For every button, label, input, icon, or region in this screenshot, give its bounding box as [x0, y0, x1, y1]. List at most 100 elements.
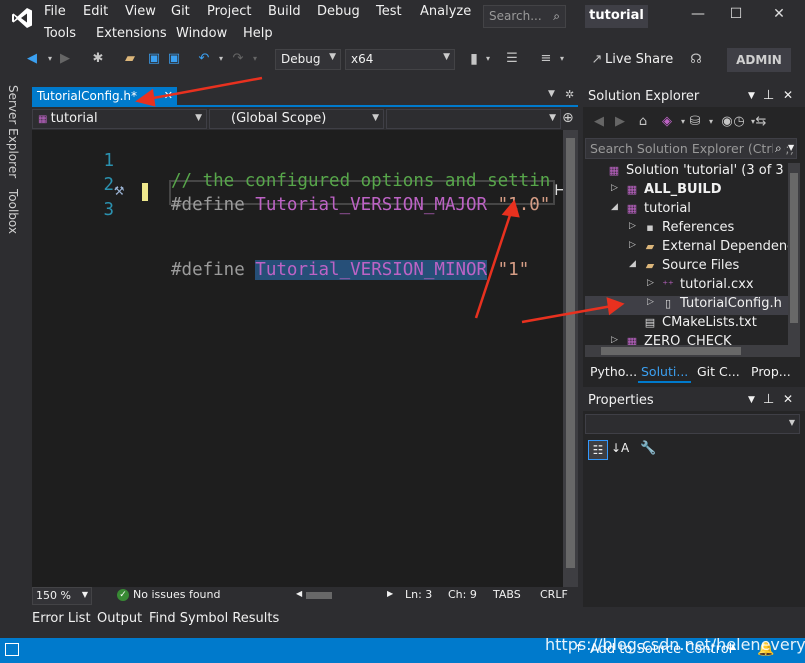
- forward-icon[interactable]: ▶: [57, 51, 73, 67]
- tree-item[interactable]: ▷ ⁺⁺ tutorial.cxx: [585, 277, 788, 296]
- menu-analyze[interactable]: Analyze: [420, 4, 471, 19]
- menu-test[interactable]: Test: [376, 4, 402, 19]
- column-indicator[interactable]: Ch: 9: [448, 588, 477, 601]
- feedback-icon[interactable]: ☊: [688, 52, 704, 68]
- member-dropdown[interactable]: ▼: [386, 109, 561, 129]
- tree-item[interactable]: ▷ ▦ ZERO_CHECK: [585, 334, 788, 345]
- close-tab-icon[interactable]: ✕: [164, 89, 173, 102]
- properties-object-select[interactable]: ▼: [585, 414, 800, 434]
- search-options-dropdown-icon[interactable]: ▼: [788, 143, 795, 152]
- sync-icon[interactable]: ⇆: [753, 114, 769, 130]
- menu-project[interactable]: Project: [207, 4, 251, 19]
- zoom-select[interactable]: 150 % ▼: [32, 587, 92, 605]
- close-icon[interactable]: ✕: [767, 6, 791, 22]
- menu-tools[interactable]: Tools: [44, 26, 76, 41]
- visual-studio-logo-icon[interactable]: [10, 6, 34, 30]
- save-icon[interactable]: ▣: [146, 51, 162, 67]
- quick-actions-screwdriver-icon[interactable]: ⚒: [114, 180, 124, 200]
- live-share-button[interactable]: Live Share: [605, 52, 673, 67]
- back-icon[interactable]: ◀: [24, 51, 40, 67]
- scrollbar-thumb[interactable]: [566, 138, 575, 568]
- minimize-icon[interactable]: —: [686, 6, 710, 22]
- tree-item[interactable]: ▦ Solution 'tutorial' (3 of 3 projects): [585, 163, 788, 182]
- line-indicator[interactable]: Ln: 3: [405, 588, 432, 601]
- pin-icon[interactable]: ⊥: [763, 392, 774, 407]
- switch-views-icon[interactable]: ◈: [659, 114, 675, 130]
- document-tab-tutorialconfig[interactable]: TutorialConfig.h* ✕: [32, 87, 177, 107]
- menu-extensions[interactable]: Extensions: [96, 26, 167, 41]
- python-environments-tab[interactable]: Pytho...: [587, 363, 640, 383]
- collapsed-arrow-icon[interactable]: ▷: [611, 335, 618, 345]
- error-list-tab[interactable]: Error List: [32, 611, 91, 626]
- menu-file[interactable]: File: [44, 4, 66, 19]
- user-account-badge[interactable]: ADMIN: [727, 48, 791, 72]
- find-symbol-results-tab[interactable]: Find Symbol Results: [149, 611, 279, 626]
- live-share-icon[interactable]: ↗: [589, 52, 605, 68]
- undo-icon[interactable]: ↶: [196, 51, 212, 67]
- solution-explorer-tab[interactable]: Soluti...: [638, 363, 692, 383]
- tree-item[interactable]: ▷ ▦ ALL_BUILD: [585, 182, 788, 201]
- tree-item[interactable]: ◢ ▰ Source Files: [585, 258, 788, 277]
- output-tab[interactable]: Output: [97, 611, 142, 626]
- tab-list-dropdown-icon[interactable]: ▼: [548, 89, 555, 99]
- platform-select[interactable]: x64 ▼: [345, 49, 455, 70]
- chevron-down-icon[interactable]: ▼: [748, 91, 755, 101]
- git-changes-tab[interactable]: Git C...: [694, 363, 743, 383]
- indent-mode[interactable]: TABS: [493, 588, 521, 601]
- menu-debug[interactable]: Debug: [317, 4, 360, 19]
- tree-item[interactable]: ▷ ▪ References: [585, 220, 788, 239]
- global-search-input[interactable]: Search... ⌕: [483, 5, 566, 28]
- code-editor[interactable]: 1 // the configured options and settin 2…: [32, 130, 565, 587]
- scrollbar-thumb[interactable]: [601, 347, 741, 355]
- collapsed-arrow-icon[interactable]: ▷: [629, 240, 636, 250]
- scroll-right-icon[interactable]: ▶: [387, 589, 393, 598]
- issues-status[interactable]: No issues found: [133, 588, 220, 601]
- split-editor-icon[interactable]: ⊕: [562, 110, 574, 126]
- tree-item[interactable]: ▤ CMakeLists.txt: [585, 315, 788, 334]
- forward-icon[interactable]: ▶: [612, 114, 628, 130]
- editor-vertical-scrollbar[interactable]: [563, 130, 578, 587]
- home-icon[interactable]: ⌂: [635, 114, 651, 130]
- git-icon[interactable]: ⛁: [687, 114, 703, 130]
- line-ending[interactable]: CRLF: [540, 588, 568, 601]
- git-dropdown-icon[interactable]: ▾: [703, 114, 719, 130]
- menu-build[interactable]: Build: [268, 4, 301, 19]
- save-all-icon[interactable]: ▣: [166, 51, 182, 67]
- new-item-icon[interactable]: ✱: [90, 51, 106, 67]
- menu-help[interactable]: Help: [243, 26, 273, 41]
- search-icon[interactable]: ⌕: [773, 141, 784, 156]
- open-folder-icon[interactable]: ▰: [122, 51, 138, 67]
- close-icon[interactable]: ✕: [783, 392, 793, 406]
- chevron-down-icon[interactable]: ▼: [748, 395, 755, 405]
- undo-dropdown-icon[interactable]: ▾: [213, 51, 229, 67]
- comment-out-icon[interactable]: ☰: [504, 51, 520, 67]
- project-dropdown[interactable]: ▦ tutorial ▼: [32, 109, 207, 129]
- close-icon[interactable]: ✕: [783, 88, 793, 102]
- collapsed-arrow-icon[interactable]: ▷: [611, 183, 618, 193]
- categorized-view-icon[interactable]: ☷: [588, 440, 608, 460]
- menu-view[interactable]: View: [125, 4, 156, 19]
- property-manager-tab[interactable]: Prop...: [748, 363, 794, 383]
- expanded-arrow-icon[interactable]: ◢: [629, 259, 636, 269]
- tree-item[interactable]: ▷ ▯ TutorialConfig.h: [585, 296, 788, 315]
- tree-item[interactable]: ▷ ▰ External Dependencies: [585, 239, 788, 258]
- tree-item[interactable]: ◢ ▦ tutorial: [585, 201, 788, 220]
- tree-horizontal-scrollbar[interactable]: [585, 345, 800, 357]
- horizontal-scroll-thumb[interactable]: [306, 592, 332, 599]
- redo-dropdown-icon[interactable]: ▾: [247, 51, 263, 67]
- back-icon[interactable]: ◀: [591, 114, 607, 130]
- pin-icon[interactable]: ⊥: [763, 88, 774, 103]
- scrollbar-thumb[interactable]: [790, 173, 798, 323]
- toolbox-tab[interactable]: Toolbox: [6, 189, 20, 234]
- toolbar-overflow-icon[interactable]: ▾: [480, 51, 496, 67]
- expanded-arrow-icon[interactable]: ◢: [611, 202, 618, 212]
- alphabetical-sort-icon[interactable]: ↓A: [611, 441, 629, 455]
- solution-search-input[interactable]: Search Solution Explorer (Ctrl+;): [585, 138, 797, 159]
- back-dropdown-icon[interactable]: ▾: [42, 51, 58, 67]
- scope-dropdown[interactable]: (Global Scope) ▼: [209, 109, 384, 129]
- server-explorer-tab[interactable]: Server Explorer: [6, 85, 20, 178]
- collapsed-arrow-icon[interactable]: ▷: [647, 297, 654, 307]
- collapsed-arrow-icon[interactable]: ▷: [629, 221, 636, 231]
- redo-icon[interactable]: ↷: [230, 51, 246, 67]
- align-dropdown-icon[interactable]: ▾: [554, 51, 570, 67]
